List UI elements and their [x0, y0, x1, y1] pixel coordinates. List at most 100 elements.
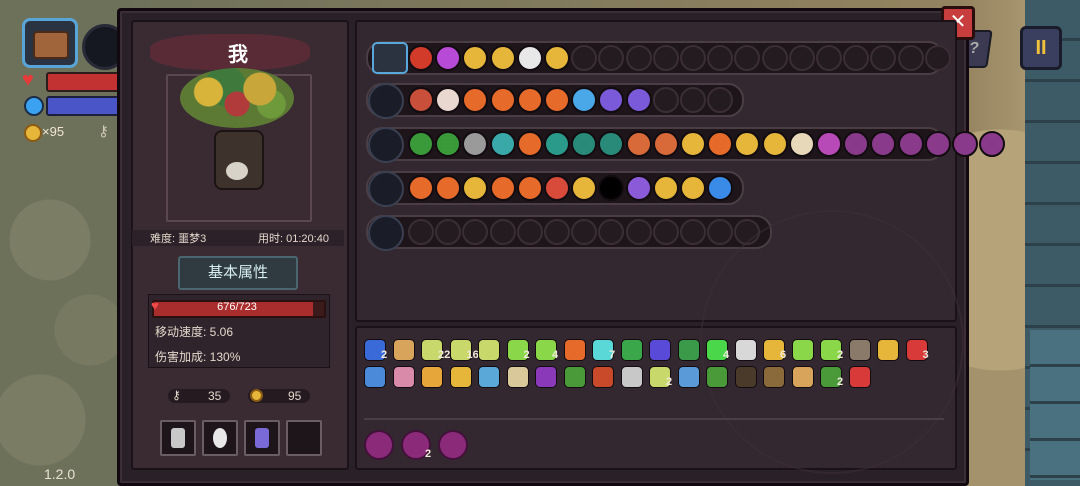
equipped-item[interactable]	[816, 131, 842, 157]
shield-icon[interactable]	[677, 366, 700, 388]
armor-icon[interactable]	[848, 339, 871, 361]
empty-equip-slot[interactable]	[680, 87, 706, 113]
weapon-slot-4[interactable]	[368, 215, 404, 251]
empty-equip-slot[interactable]	[571, 219, 598, 245]
equipped-item[interactable]	[652, 175, 679, 201]
equipped-item[interactable]	[516, 87, 543, 113]
equipped-item[interactable]	[571, 131, 598, 157]
scroll-red-icon[interactable]	[421, 366, 443, 388]
equipped-item[interactable]	[408, 45, 434, 71]
empty-equip-slot[interactable]	[544, 219, 570, 245]
equipped-item[interactable]	[544, 87, 570, 113]
equipped-item[interactable]	[680, 131, 706, 157]
equipped-item[interactable]	[435, 45, 462, 71]
equipped-item[interactable]	[408, 87, 434, 113]
equipped-item[interactable]	[489, 175, 516, 201]
weapon-slot-2[interactable]	[368, 127, 404, 163]
pause-button[interactable]: II	[1020, 26, 1062, 70]
inventory-chest-button[interactable]	[22, 18, 78, 68]
brain-icon[interactable]	[392, 366, 415, 388]
empty-equip-slot[interactable]	[652, 87, 679, 113]
bag-icon[interactable]	[372, 42, 408, 74]
equipped-item[interactable]	[571, 87, 598, 113]
heart-icon[interactable]	[563, 339, 586, 361]
empty-equip-slot[interactable]	[788, 45, 815, 71]
equipped-item[interactable]	[516, 131, 543, 157]
fire-icon[interactable]	[848, 366, 871, 388]
equipped-item[interactable]	[952, 131, 978, 157]
consumable-slot-2[interactable]	[202, 420, 238, 456]
equipped-item[interactable]	[979, 131, 1006, 157]
empty-equip-slot[interactable]	[816, 45, 842, 71]
consumable-slot-3[interactable]	[244, 420, 280, 456]
empty-equip-slot[interactable]	[489, 219, 516, 245]
empty-equip-slot[interactable]	[924, 45, 951, 71]
empty-equip-slot[interactable]	[625, 219, 652, 245]
ring-1-icon[interactable]	[364, 430, 394, 460]
equipped-item[interactable]	[571, 175, 598, 201]
scroll-icon[interactable]	[620, 339, 643, 361]
equipped-item[interactable]	[625, 175, 652, 201]
equipped-item[interactable]	[408, 131, 434, 157]
crystal-icon[interactable]	[478, 366, 500, 388]
hand-icon[interactable]	[392, 339, 415, 361]
equipped-item[interactable]	[516, 175, 543, 201]
empty-equip-slot[interactable]	[761, 45, 788, 71]
equipped-item[interactable]	[489, 87, 516, 113]
weapon-slot-1[interactable]	[368, 83, 404, 119]
lantern-icon[interactable]	[763, 366, 785, 388]
empty-equip-slot[interactable]	[652, 45, 679, 71]
equipped-item[interactable]	[843, 131, 870, 157]
empty-equip-slot[interactable]	[625, 45, 652, 71]
empty-equip-slot[interactable]	[571, 45, 598, 71]
equipped-item[interactable]	[924, 131, 951, 157]
empty-equip-slot[interactable]	[680, 45, 706, 71]
empty-equip-slot[interactable]	[435, 219, 462, 245]
equipped-item[interactable]	[544, 45, 570, 71]
book-icon[interactable]	[649, 339, 671, 361]
sword-icon[interactable]	[791, 339, 814, 361]
wing-icon[interactable]	[478, 339, 500, 361]
empty-equip-slot[interactable]	[897, 45, 924, 71]
equipped-item[interactable]	[516, 45, 543, 71]
equipped-item[interactable]	[761, 131, 788, 157]
equipped-item[interactable]	[489, 131, 516, 157]
empty-equip-slot[interactable]	[843, 45, 870, 71]
cloud-icon[interactable]	[506, 366, 529, 388]
equipped-item[interactable]	[489, 45, 516, 71]
box-icon[interactable]	[734, 339, 757, 361]
equipped-item[interactable]	[435, 131, 462, 157]
witch-hat-icon[interactable]	[535, 366, 557, 388]
ring-3-icon[interactable]	[438, 430, 468, 460]
mask-icon[interactable]	[734, 366, 757, 388]
basic-attributes-button[interactable]: 基本属性	[178, 256, 298, 290]
frog-icon[interactable]	[563, 366, 586, 388]
consumable-slot-1[interactable]	[160, 420, 196, 456]
equipped-item[interactable]	[435, 87, 462, 113]
equipped-item[interactable]	[408, 175, 434, 201]
consumable-slot-4[interactable]	[286, 420, 322, 456]
sprout-icon[interactable]	[706, 366, 728, 388]
map-icon[interactable]	[592, 366, 614, 388]
equipped-item[interactable]	[897, 131, 924, 157]
empty-equip-slot[interactable]	[408, 219, 434, 245]
leaf-icon[interactable]	[449, 366, 472, 388]
equipped-item[interactable]	[707, 175, 734, 201]
star-icon[interactable]	[364, 366, 386, 388]
equipped-item[interactable]	[625, 87, 652, 113]
magnifier-icon[interactable]	[877, 339, 899, 361]
boot-icon[interactable]	[677, 339, 700, 361]
equipped-item[interactable]	[707, 131, 734, 157]
empty-equip-slot[interactable]	[707, 45, 734, 71]
coin-icon[interactable]	[791, 366, 814, 388]
equipped-item[interactable]	[652, 131, 679, 157]
equipped-item[interactable]	[544, 131, 570, 157]
empty-equip-slot[interactable]	[652, 219, 679, 245]
equipped-item[interactable]	[625, 131, 652, 157]
equipped-item[interactable]	[435, 175, 462, 201]
equipped-item[interactable]	[544, 175, 570, 201]
empty-equip-slot[interactable]	[516, 219, 543, 245]
equipped-item[interactable]	[680, 175, 706, 201]
weapon-slot-3[interactable]	[368, 171, 404, 207]
empty-equip-slot[interactable]	[707, 87, 734, 113]
